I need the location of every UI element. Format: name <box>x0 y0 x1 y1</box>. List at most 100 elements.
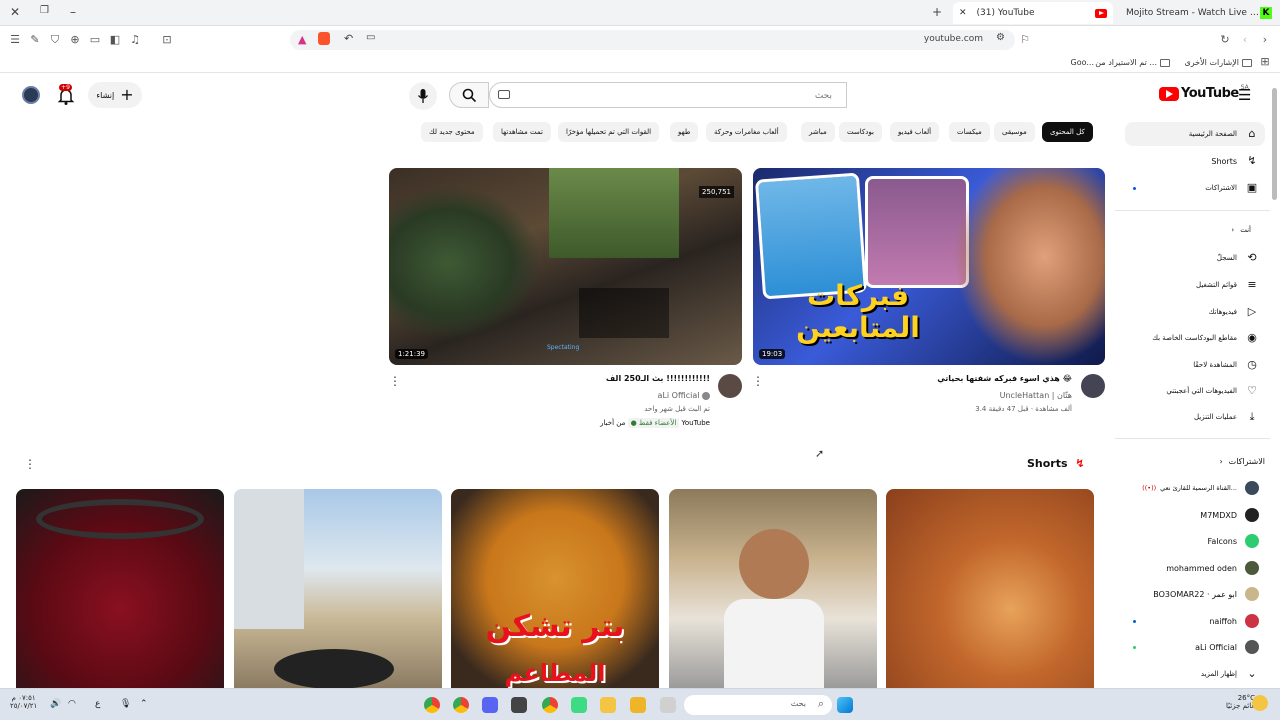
shield-icon[interactable]: ⛉ <box>48 33 62 47</box>
video-thumbnail[interactable]: 250,751 Spectating 1:21:39 <box>389 168 742 365</box>
wallet-icon[interactable]: ▭ <box>88 33 102 47</box>
channel-name-row[interactable]: aLi Official <box>658 391 710 400</box>
sidebar-section-you[interactable]: › أنت <box>1125 218 1265 242</box>
brave-shield-icon[interactable] <box>318 32 330 45</box>
android-app-icon[interactable] <box>571 697 587 713</box>
taskbar-search[interactable]: بحث ⌕ <box>684 695 832 715</box>
more-options-icon[interactable]: ⋮ <box>752 374 764 388</box>
address-bar[interactable]: ▲ ↶ ▭ youtube.com ⚙ <box>290 30 1015 50</box>
youtube-logo[interactable]: YouTube SA <box>1159 84 1249 101</box>
sidebar-item-liked[interactable]: الفيديوهات التي أعجبتني ♡ <box>1125 379 1265 403</box>
page-scrollbar[interactable] <box>1272 88 1277 200</box>
file-explorer-icon[interactable] <box>600 697 616 713</box>
store-icon[interactable] <box>630 697 646 713</box>
short-thumbnail[interactable] <box>886 489 1094 689</box>
sidebar-item-history[interactable]: السجلّ ⟲ <box>1125 246 1265 270</box>
channel-avatar[interactable] <box>1081 374 1105 398</box>
menu-icon[interactable]: ☰ <box>8 33 22 47</box>
sidebar-item-watch-later[interactable]: المشاهدة لاحقًا ◷ <box>1125 353 1265 377</box>
bookmark-folder-other[interactable]: الإشارات الأخرى <box>1185 58 1252 67</box>
apps-grid-icon[interactable]: ⊞ <box>1258 55 1272 69</box>
app-icon[interactable] <box>511 697 527 713</box>
bookmark-google[interactable]: Goo... <box>1071 58 1094 67</box>
sidebar-section-subscriptions[interactable]: › الاشتراكات <box>1125 449 1265 473</box>
music-icon[interactable]: ♫ <box>128 33 142 47</box>
extension-icon[interactable]: ✎ <box>28 33 42 47</box>
restore-window-icon[interactable]: ❐ <box>40 5 49 16</box>
task-view-icon[interactable] <box>660 697 676 713</box>
tray-chevron-icon[interactable]: ⌃ <box>140 699 148 709</box>
discord-icon[interactable] <box>482 697 498 713</box>
close-tab-icon[interactable]: ✕ <box>959 8 967 18</box>
sidebar-sub-item[interactable]: naiffoh <box>1125 609 1265 633</box>
reload-icon[interactable]: ↻ <box>1218 33 1232 47</box>
minimize-window-icon[interactable]: – <box>70 5 76 19</box>
start-button-icon[interactable] <box>837 697 853 713</box>
sidebar-show-more[interactable]: إظهار المزيد ⌄ <box>1125 662 1265 686</box>
input-language[interactable]: ع <box>95 699 100 709</box>
close-window-icon[interactable]: ✕ <box>10 5 20 19</box>
forward-icon[interactable]: ‹ <box>1238 33 1252 47</box>
short-thumbnail[interactable] <box>669 489 877 689</box>
keyboard-icon[interactable] <box>498 90 510 99</box>
channel-avatar[interactable] <box>718 374 742 398</box>
sidebar-sub-item[interactable]: Falcons <box>1125 529 1265 553</box>
sidebar-item-your-videos[interactable]: فيديوهاتك ▷ <box>1125 300 1265 324</box>
volume-icon[interactable]: 🔊 <box>50 699 61 709</box>
rewards-icon[interactable]: ▲ <box>298 33 306 46</box>
sidebar-item-podcasts[interactable]: مقاطع البودكاست الخاصة بك ◉ <box>1125 326 1265 350</box>
notifications-button[interactable]: +9 <box>56 84 76 106</box>
screenshot-icon[interactable]: ⊡ <box>160 33 174 47</box>
weather-widget[interactable]: 26°C غائم جزئيًا <box>1226 694 1255 710</box>
chip-all[interactable]: كل المحتوى <box>1042 122 1093 142</box>
channel-name[interactable]: UncleHattan | هتّان <box>1000 391 1072 400</box>
short-thumbnail[interactable] <box>234 489 442 689</box>
chip-recently-uploaded[interactable]: القوات التي تم تحميلها مؤخرًا <box>558 122 660 142</box>
sidebar-icon[interactable]: ◧ <box>108 33 122 47</box>
chip-action-adventure[interactable]: ألعاب مغامرات وحركة <box>706 122 787 142</box>
video-title[interactable]: هذي اسوء فبركه شفتها بحياتي 😂 <box>937 374 1072 383</box>
video-thumbnail[interactable]: فبركات المتابعين 19:03 <box>753 168 1105 365</box>
chip-new-to-you[interactable]: محتوى جديد لك <box>421 122 483 142</box>
cast-icon[interactable]: ▭ <box>366 32 375 43</box>
sidebar-item-home[interactable]: الصفحة الرئيسية ⌂ <box>1125 122 1265 146</box>
new-tab-icon[interactable]: + <box>932 5 942 19</box>
chip-cooking[interactable]: طهو <box>670 122 699 142</box>
bookmark-folder-imported[interactable]: تم الاستيراد من ... <box>1095 58 1170 67</box>
chip-mixes[interactable]: ميكسات <box>949 122 990 142</box>
clock[interactable]: ٠٧:٥١ م ٢٥/٠٧/٢١ <box>10 694 37 710</box>
chrome-icon[interactable] <box>542 697 558 713</box>
chrome-icon[interactable] <box>424 697 440 713</box>
chrome-icon[interactable] <box>453 697 469 713</box>
search-button[interactable] <box>449 82 489 108</box>
chip-podcasts[interactable]: بودكاست <box>839 122 882 142</box>
sidebar-sub-item[interactable]: M7MDXD <box>1125 503 1265 527</box>
sidebar-sub-item[interactable]: ((•)) القناة الرسمية للقارئ نعي... <box>1125 476 1265 500</box>
more-options-icon[interactable]: ⋮ <box>389 374 401 388</box>
site-settings-icon[interactable]: ⚙ <box>996 32 1005 43</box>
chip-gaming[interactable]: ألعاب فيديو <box>890 122 940 142</box>
create-button[interactable]: إنشاء + <box>88 82 142 108</box>
shorts-more-options-icon[interactable]: ⋮ <box>24 457 36 471</box>
back-icon[interactable]: › <box>1258 33 1272 47</box>
tab-youtube[interactable]: ✕ (31) YouTube <box>953 2 1113 24</box>
short-thumbnail[interactable]: بتر تشكن المطاعم <box>451 489 659 689</box>
vpn-icon[interactable]: ⊕ <box>68 33 82 47</box>
video-title[interactable]: بث الـ250 الف !!!!!!!!!!!! <box>606 374 710 383</box>
microphone-icon[interactable]: 🎙 <box>120 699 131 709</box>
sidebar-sub-item[interactable]: BO3OMAR22 · ابو عمر <box>1125 582 1265 606</box>
wifi-icon[interactable]: ◠ <box>68 699 76 709</box>
sidebar-item-subscriptions[interactable]: الاشتراكات ▣ <box>1125 176 1265 200</box>
bookmark-icon[interactable]: ⚐ <box>1018 33 1032 47</box>
sidebar-item-shorts[interactable]: Shorts ↯ <box>1125 149 1265 173</box>
voice-search-button[interactable] <box>409 82 437 110</box>
tab-kick[interactable]: Mojito Stream - Watch Live on Kick K <box>1120 2 1278 24</box>
back-arrow-icon[interactable]: ↶ <box>344 32 353 45</box>
sidebar-sub-item[interactable]: mohammed oden <box>1125 556 1265 580</box>
chip-music[interactable]: موسيقى <box>994 122 1035 142</box>
sidebar-sub-item[interactable]: aLi Official <box>1125 635 1265 659</box>
search-input[interactable] <box>490 84 846 108</box>
sidebar-item-playlists[interactable]: قوائم التشغيل ≡ <box>1125 273 1265 297</box>
short-thumbnail[interactable] <box>16 489 224 689</box>
sidebar-item-downloads[interactable]: عمليات التنزيل ⤓ <box>1125 405 1265 429</box>
